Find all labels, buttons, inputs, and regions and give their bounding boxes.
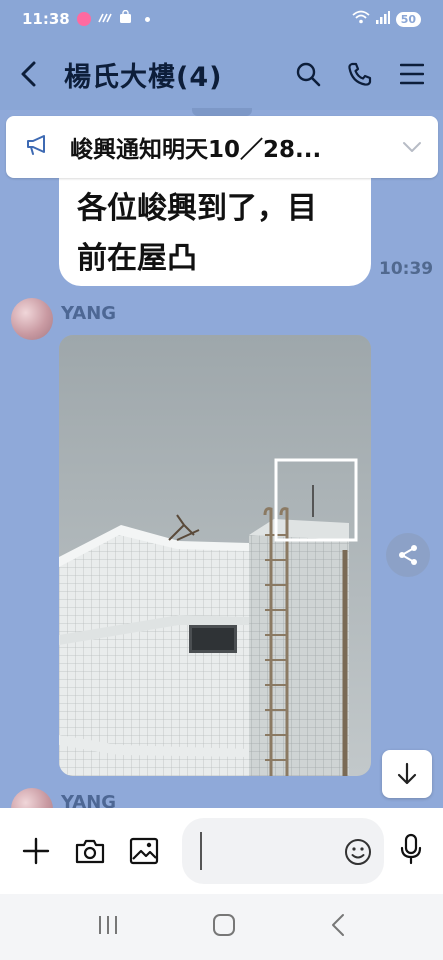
back-button[interactable] — [18, 54, 52, 94]
status-bar: 11:38 50 — [0, 0, 443, 38]
message-timestamp: 10:39 — [379, 259, 434, 279]
photo-message[interactable] — [59, 335, 371, 776]
system-nav-bar — [0, 894, 443, 960]
header-notch — [192, 108, 252, 116]
message-bubble[interactable]: 各位峻興到了，目 前在屋凸 — [59, 168, 371, 286]
chat-title: 楊氏大樓(4) — [64, 61, 223, 93]
recent-apps-button[interactable] — [96, 914, 120, 940]
message-input-bar — [0, 808, 443, 894]
search-icon[interactable] — [295, 61, 321, 87]
status-time: 11:38 — [22, 10, 70, 28]
megaphone-icon — [26, 134, 50, 160]
announcement-banner[interactable]: 峻興通知明天10／28... — [6, 116, 438, 178]
plus-icon[interactable] — [20, 835, 52, 867]
wifi-icon — [352, 10, 370, 28]
phone-icon[interactable] — [347, 61, 373, 87]
flower-app-icon — [76, 12, 91, 26]
chat-header: 楊氏大樓(4) — [0, 38, 443, 110]
notification-icon — [98, 10, 112, 28]
menu-icon[interactable] — [399, 61, 425, 87]
home-button[interactable] — [211, 913, 237, 941]
shopping-bag-icon — [119, 9, 132, 28]
message-text-line: 各位峻興到了，目 — [77, 191, 317, 226]
system-back-button[interactable] — [328, 913, 348, 941]
text-caret — [200, 832, 202, 870]
message-input[interactable] — [182, 818, 384, 884]
avatar[interactable] — [11, 298, 53, 340]
emoji-icon[interactable] — [344, 838, 372, 870]
image-icon[interactable] — [128, 835, 160, 867]
camera-icon[interactable] — [74, 835, 106, 867]
announcement-text: 峻興通知明天10／28... — [70, 137, 322, 163]
message-text-line: 前在屋凸 — [77, 241, 197, 276]
sender-name: YANG — [61, 303, 117, 324]
microphone-icon[interactable] — [399, 833, 423, 869]
chevron-down-icon[interactable] — [402, 138, 422, 157]
share-button[interactable] — [386, 533, 430, 577]
more-notifications-dot — [144, 16, 150, 22]
battery-indicator: 50 — [395, 11, 421, 27]
signal-icon — [375, 10, 390, 28]
scroll-to-bottom-button[interactable] — [382, 750, 432, 798]
